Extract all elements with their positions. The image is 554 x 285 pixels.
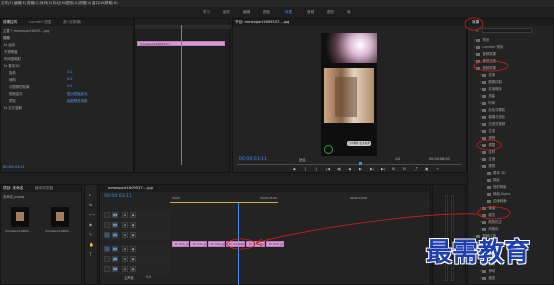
watermark: 最需教育 [426, 238, 531, 268]
annotation-circle-perspective [476, 139, 502, 151]
annotation-circle-video-effects [473, 60, 509, 72]
annotation-circle-clip [226, 238, 256, 250]
annotation-circle-effects-tab [464, 17, 484, 31]
annotation-circle-basic3d [477, 206, 511, 220]
